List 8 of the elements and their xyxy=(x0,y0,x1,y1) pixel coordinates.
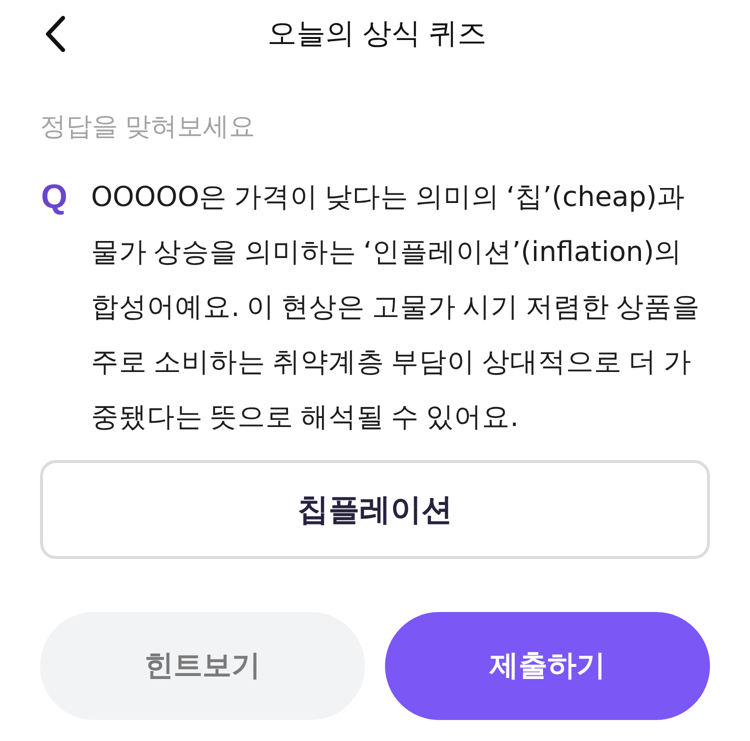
hint-button[interactable]: 힌트보기 xyxy=(40,612,365,720)
submit-button[interactable]: 제출하기 xyxy=(385,612,710,720)
back-icon[interactable] xyxy=(44,15,66,53)
question-text: OOOOO은 가격이 낮다는 의미의 ‘칩’(cheap)과 물가 상승을 의미하는 ‘인플레이션’(inflation)의 합성어예요. 이 현상은 고물가 시기 저렴한 상품을 주로 소비하는 취약계층 부담이 상대적으로 더 가중됐다는 뜻으로 해석될 수 있어요. xyxy=(91,180,702,435)
answer-field[interactable]: 칩플레이션 xyxy=(40,460,710,559)
question-marker: Q xyxy=(41,177,68,218)
page-title: 오늘의 상식 퀴즈 xyxy=(267,17,487,52)
instruction-text: 정답을 맞혀보세요 xyxy=(40,110,256,142)
